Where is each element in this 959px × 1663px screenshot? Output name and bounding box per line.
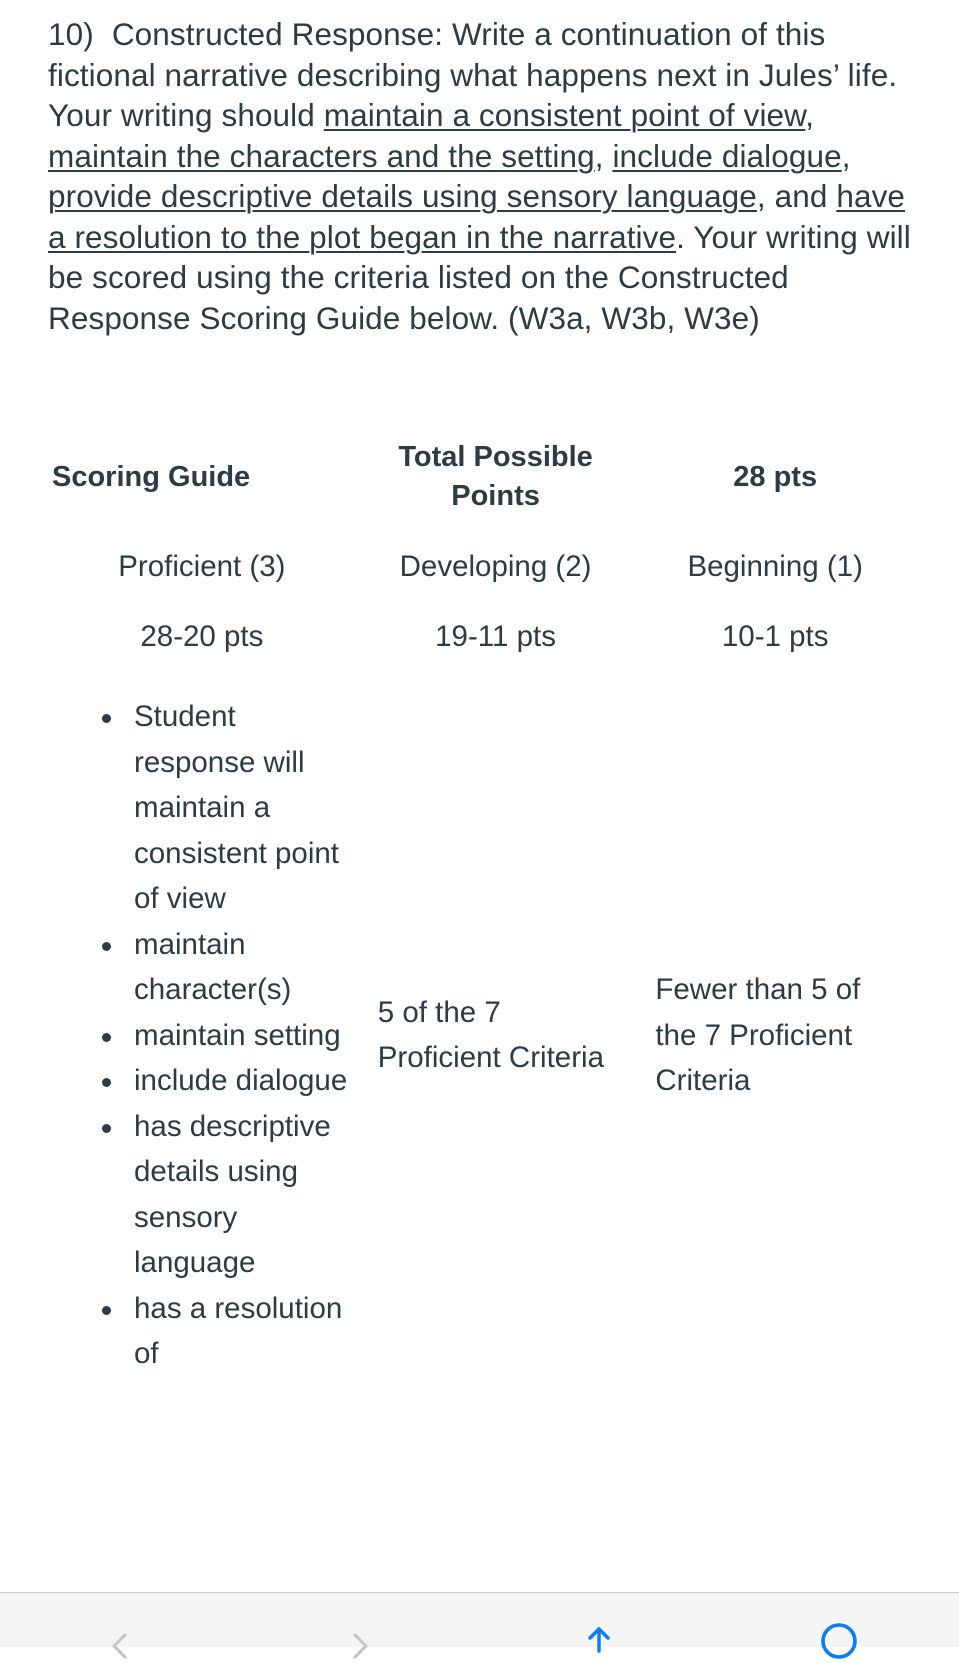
scoring-guide-header-row: Scoring Guide Total Possible Points 28 p… — [48, 438, 915, 516]
scoring-guide-title: Scoring Guide — [52, 460, 251, 493]
point-range-row: 28-20 pts 19-11 pts 10-1 pts — [48, 586, 915, 656]
level-beginning: Beginning (1) — [687, 550, 863, 583]
quiz-content: 10) Constructed Response: Write a continu… — [0, 0, 959, 1377]
developing-criteria-cell: 5 of the 7 Proficient Criteria — [377, 995, 604, 1075]
criteria-list-item: include dialogue — [94, 1058, 356, 1104]
proficient-criteria-list: Student response will maintain a consist… — [48, 694, 356, 1377]
question-plain-text: , — [594, 137, 613, 174]
share-button[interactable] — [480, 1593, 720, 1653]
level-developing: Developing (2) — [399, 550, 592, 583]
points-proficient: 28-20 pts — [140, 620, 264, 653]
question-prompt: 10) Constructed Response: Write a continu… — [48, 0, 915, 338]
question-plain-text: , and — [756, 178, 837, 214]
level-proficient: Proficient (3) — [118, 550, 286, 583]
criteria-list-item: maintain setting — [94, 1013, 356, 1059]
forward-chevron-icon — [345, 1629, 375, 1659]
points-beginning: 10-1 pts — [721, 620, 829, 653]
criteria-list-item: has descriptive details using sensory la… — [94, 1104, 356, 1286]
criteria-row: Student response will maintain a consist… — [48, 656, 915, 1377]
circle-outline-icon — [817, 1619, 861, 1659]
question-underlined-phrase: provide descriptive details using sensor… — [48, 178, 757, 214]
forward-button[interactable] — [240, 1593, 480, 1659]
criteria-list-item: maintain character(s) — [94, 922, 356, 1013]
bottom-toolbar — [0, 1592, 959, 1659]
beginning-criteria-cell: Fewer than 5 of the 7 Proficient Criteri… — [655, 973, 861, 1097]
total-possible-points-label: Total Possible Points — [398, 441, 593, 512]
points-developing: 19-11 pts — [435, 620, 556, 653]
question-underlined-phrase: maintain the characters and the setting — [48, 137, 595, 174]
back-button[interactable] — [0, 1593, 240, 1659]
total-possible-points-value: 28 pts — [733, 460, 818, 493]
tabs-button[interactable] — [719, 1593, 959, 1659]
question-plain-text: , — [805, 97, 815, 133]
question-underlined-phrase: maintain a consistent point of view — [323, 97, 806, 133]
question-text: Constructed Response: Write a continuati… — [48, 16, 911, 336]
page-scroll-viewport[interactable]: 10) Constructed Response: Write a continu… — [0, 0, 959, 1592]
criteria-list-item: has a resolution of — [94, 1286, 356, 1377]
criteria-list-item: Student response will maintain a consist… — [94, 694, 356, 922]
share-icon — [582, 1625, 616, 1653]
question-underlined-phrase: include dialogue — [612, 137, 842, 174]
question-number: 10) — [48, 16, 94, 52]
proficient-criteria-cell: Student response will maintain a consist… — [48, 656, 356, 1377]
scoring-level-row: Proficient (3) Developing (2) Beginning … — [48, 516, 915, 586]
back-chevron-icon — [105, 1629, 135, 1659]
question-plain-text: , — [841, 137, 851, 174]
scoring-guide-table: Scoring Guide Total Possible Points 28 p… — [48, 438, 915, 1377]
